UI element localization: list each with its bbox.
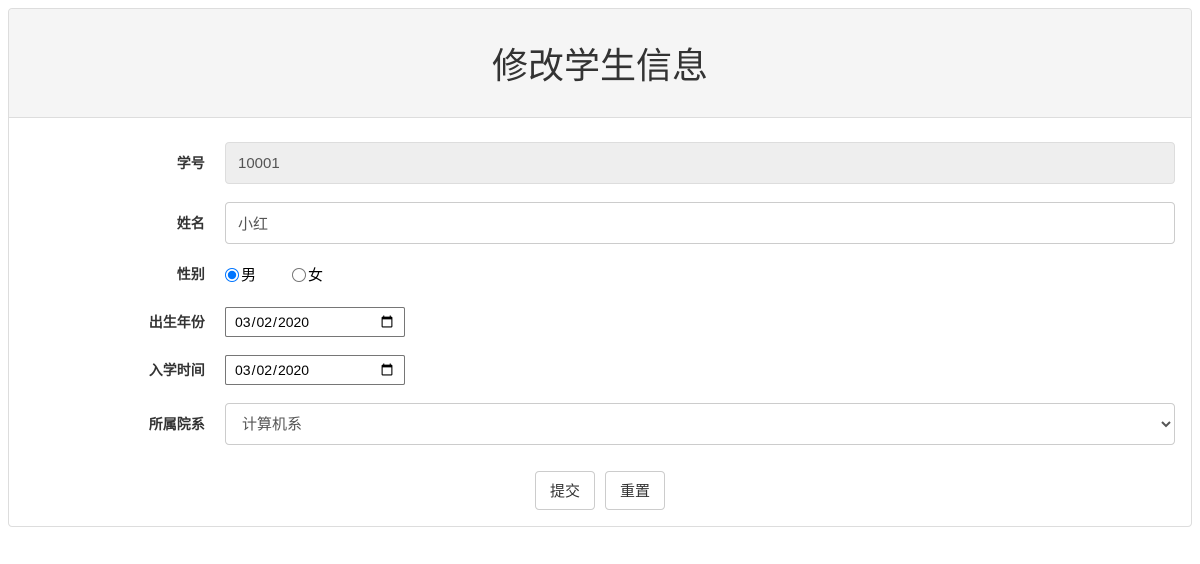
department-select[interactable]: 计算机系	[225, 403, 1175, 445]
name-label: 姓名	[25, 213, 225, 233]
enroll-date-input[interactable]	[225, 355, 405, 385]
birth-year-label: 出生年份	[25, 312, 225, 332]
gender-row: 性别 男 女	[25, 262, 1175, 285]
student-id-label: 学号	[25, 153, 225, 173]
gender-male-radio[interactable]	[225, 268, 239, 282]
gender-female-radio[interactable]	[292, 268, 306, 282]
panel-body: 学号 姓名 性别 男 女	[9, 118, 1191, 526]
enroll-date-label: 入学时间	[25, 360, 225, 380]
edit-student-panel: 修改学生信息 学号 姓名 性别 男 女	[8, 8, 1192, 527]
reset-button[interactable]: 重置	[605, 471, 665, 510]
name-input[interactable]	[225, 202, 1175, 244]
birth-year-control	[225, 307, 1175, 337]
birth-year-row: 出生年份	[25, 307, 1175, 337]
student-id-row: 学号	[25, 142, 1175, 184]
department-row: 所属院系 计算机系	[25, 403, 1175, 445]
gender-female-label: 女	[308, 264, 323, 285]
gender-radio-group: 男 女	[225, 262, 1175, 285]
birth-year-input[interactable]	[225, 307, 405, 337]
name-row: 姓名	[25, 202, 1175, 244]
gender-label: 性别	[25, 264, 225, 284]
gender-male-item[interactable]: 男	[225, 264, 256, 285]
student-id-control	[225, 142, 1175, 184]
student-id-input	[225, 142, 1175, 184]
panel-header: 修改学生信息	[9, 9, 1191, 118]
enroll-date-row: 入学时间	[25, 355, 1175, 385]
submit-button[interactable]: 提交	[535, 471, 595, 510]
name-control	[225, 202, 1175, 244]
enroll-date-control	[225, 355, 1175, 385]
gender-male-label: 男	[241, 264, 256, 285]
button-row: 提交 重置	[25, 471, 1175, 510]
gender-female-item[interactable]: 女	[292, 264, 323, 285]
department-label: 所属院系	[25, 414, 225, 434]
department-control: 计算机系	[225, 403, 1175, 445]
page-title: 修改学生信息	[25, 37, 1175, 89]
